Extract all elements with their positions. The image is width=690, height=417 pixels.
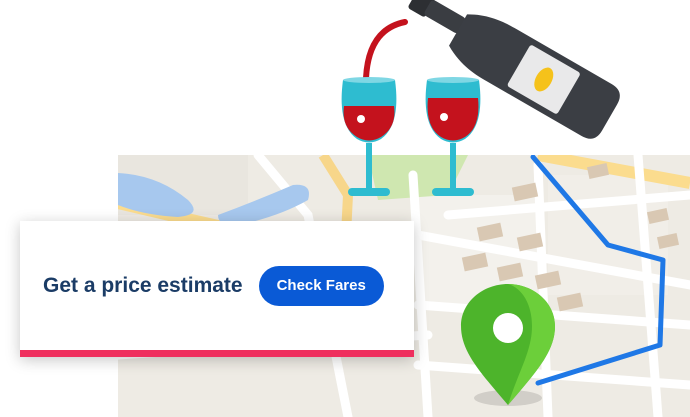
location-pin-icon (461, 284, 555, 406)
wine-glass-icon (425, 77, 481, 196)
card-title: Get a price estimate (43, 273, 243, 297)
check-fares-button[interactable]: Check Fares (258, 265, 384, 306)
wine-glass-icon (341, 77, 397, 196)
price-estimate-card: Get a price estimate Check Fares (20, 221, 414, 357)
